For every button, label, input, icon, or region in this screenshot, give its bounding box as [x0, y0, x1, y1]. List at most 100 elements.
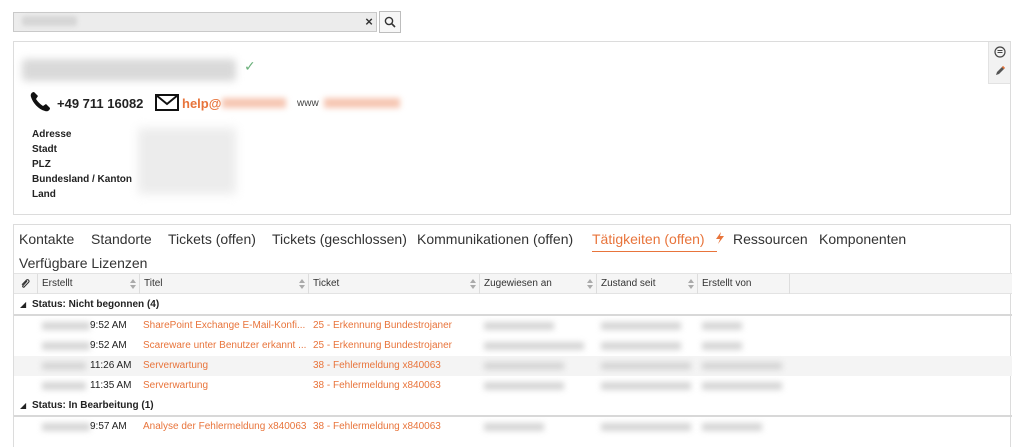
creator-redacted	[702, 382, 782, 390]
date-redacted	[42, 322, 90, 330]
email-domain-redacted	[222, 98, 286, 108]
created-time: 11:35 AM	[90, 380, 132, 391]
table-row[interactable]: 9:52 AM SharePoint Exchange E-Mail-Konfi…	[14, 316, 1012, 336]
city-label: Stadt	[32, 144, 57, 155]
sort-icon	[299, 279, 305, 289]
title-link[interactable]: Analyse der Fehlermeldung x840063	[143, 417, 306, 437]
assignee-redacted	[484, 322, 554, 330]
tab-tickets-offen[interactable]: Tickets (offen)	[168, 229, 256, 249]
verified-check-icon: ✓	[244, 58, 256, 74]
table-row[interactable]: 11:35 AM Serverwartung 38 - Fehlermeldun…	[14, 376, 1012, 396]
address-label: Adresse	[32, 129, 72, 140]
ticket-link[interactable]: 25 - Erkennung Bundestrojaner	[313, 316, 478, 336]
website-link[interactable]	[324, 98, 400, 108]
assignee-redacted	[484, 342, 584, 350]
date-redacted	[42, 423, 90, 431]
column-label: Ticket	[313, 278, 340, 289]
title-link[interactable]: Serverwartung	[143, 376, 306, 396]
phone-number[interactable]: +49 711 16082	[57, 96, 143, 111]
tab-komponenten[interactable]: Komponenten	[819, 229, 906, 249]
created-time: 11:26 AM	[90, 360, 132, 371]
card-toolbar	[988, 42, 1010, 84]
created-time: 9:52 AM	[90, 340, 127, 351]
state-since-redacted	[601, 382, 691, 390]
column-label: Zugewiesen an	[484, 278, 552, 289]
creator-redacted	[702, 362, 782, 370]
sort-icon	[130, 279, 136, 289]
sort-icon	[587, 279, 593, 289]
column-zustand-seit[interactable]: Zustand seit	[597, 274, 698, 294]
active-tab-indicator	[592, 251, 717, 252]
state-since-redacted	[601, 423, 691, 431]
state-since-redacted	[601, 342, 681, 350]
email-link[interactable]: help@	[182, 96, 221, 111]
group-header-nicht-begonnen[interactable]: ◢ Status: Nicht begonnen (4)	[14, 296, 1012, 314]
attachment-column-header[interactable]	[14, 274, 38, 294]
column-label: Titel	[144, 278, 163, 289]
tab-lizenzen[interactable]: Verfügbare Lizenzen	[19, 253, 147, 273]
company-card: ✓ +49 711 16082 help@ www Adresse Stadt …	[13, 41, 1011, 215]
date-redacted	[42, 342, 90, 350]
state-label: Bundesland / Kanton	[32, 174, 132, 185]
table-row[interactable]: 11:26 AM Serverwartung 38 - Fehlermeldun…	[14, 356, 1012, 376]
tab-kontakte[interactable]: Kontakte	[19, 229, 74, 249]
date-redacted	[42, 382, 86, 390]
column-label: Erstellt	[42, 278, 73, 289]
date-redacted	[42, 362, 86, 370]
created-time: 9:52 AM	[90, 320, 127, 331]
mail-icon	[155, 94, 179, 111]
table-row[interactable]: 9:57 AM Analyse der Fehlermeldung x84006…	[14, 417, 1012, 437]
postal-code-label: PLZ	[32, 159, 51, 170]
website-label: www	[297, 98, 319, 109]
tab-standorte[interactable]: Standorte	[91, 229, 152, 249]
table-row[interactable]: 9:52 AM Scareware unter Benutzer erkannt…	[14, 336, 1012, 356]
column-titel[interactable]: Titel	[140, 274, 309, 294]
ticket-link[interactable]: 25 - Erkennung Bundestrojaner	[313, 336, 478, 356]
search-input[interactable]	[13, 12, 377, 32]
ticket-link[interactable]: 38 - Fehlermeldung x840063	[313, 376, 478, 396]
notes-icon[interactable]	[994, 46, 1006, 58]
state-since-redacted	[601, 322, 681, 330]
tab-kommunikationen[interactable]: Kommunikationen (offen)	[417, 229, 573, 249]
tab-taetigkeiten[interactable]: Tätigkeiten (offen)	[592, 229, 705, 249]
sort-icon	[688, 279, 694, 289]
created-time: 9:57 AM	[90, 421, 127, 432]
assignee-redacted	[484, 362, 564, 370]
ticket-link[interactable]: 38 - Fehlermeldung x840063	[313, 356, 478, 376]
column-label: Zustand seit	[601, 278, 656, 289]
country-label: Land	[32, 189, 56, 200]
column-erstellt[interactable]: Erstellt	[38, 274, 140, 294]
column-erstellt-von[interactable]: Erstellt von	[698, 274, 790, 294]
creator-redacted	[702, 342, 742, 350]
state-since-redacted	[601, 362, 691, 370]
title-link[interactable]: Serverwartung	[143, 356, 306, 376]
edit-pencil-icon[interactable]	[994, 65, 1006, 77]
column-label: Erstellt von	[702, 278, 752, 289]
assignee-redacted	[484, 423, 544, 431]
group-label: Status: In Bearbeitung (1)	[31, 400, 154, 411]
search-button[interactable]	[379, 11, 401, 33]
phone-icon	[30, 92, 50, 112]
tab-ressourcen[interactable]: Ressourcen	[733, 229, 808, 249]
company-name	[22, 59, 236, 81]
clear-search-button[interactable]: ×	[361, 12, 377, 32]
tab-tickets-geschlossen[interactable]: Tickets (geschlossen)	[272, 229, 407, 249]
related-panel: Kontakte Standorte Tickets (offen) Ticke…	[13, 224, 1012, 447]
title-link[interactable]: SharePoint Exchange E-Mail-Konfi...	[143, 316, 306, 336]
sort-icon	[470, 279, 476, 289]
collapse-triangle-icon[interactable]: ◢	[20, 401, 26, 410]
ticket-link[interactable]: 38 - Fehlermeldung x840063	[313, 417, 478, 437]
collapse-triangle-icon[interactable]: ◢	[20, 300, 26, 309]
group-label: Status: Nicht begonnen (4)	[31, 299, 160, 310]
grid-header: Erstellt Titel Ticket Zugewiesen an Zust…	[14, 273, 1012, 294]
creator-redacted	[702, 423, 762, 431]
title-link[interactable]: Scareware unter Benutzer erkannt ...	[143, 336, 306, 356]
paperclip-icon	[21, 279, 30, 288]
column-zugewiesen-an[interactable]: Zugewiesen an	[480, 274, 597, 294]
address-values-redacted	[138, 128, 236, 194]
search-icon	[384, 16, 396, 28]
creator-redacted	[702, 322, 742, 330]
column-ticket[interactable]: Ticket	[309, 274, 480, 294]
refresh-bolt-icon[interactable]	[714, 231, 726, 245]
group-header-in-bearbeitung[interactable]: ◢ Status: In Bearbeitung (1)	[14, 397, 1012, 415]
